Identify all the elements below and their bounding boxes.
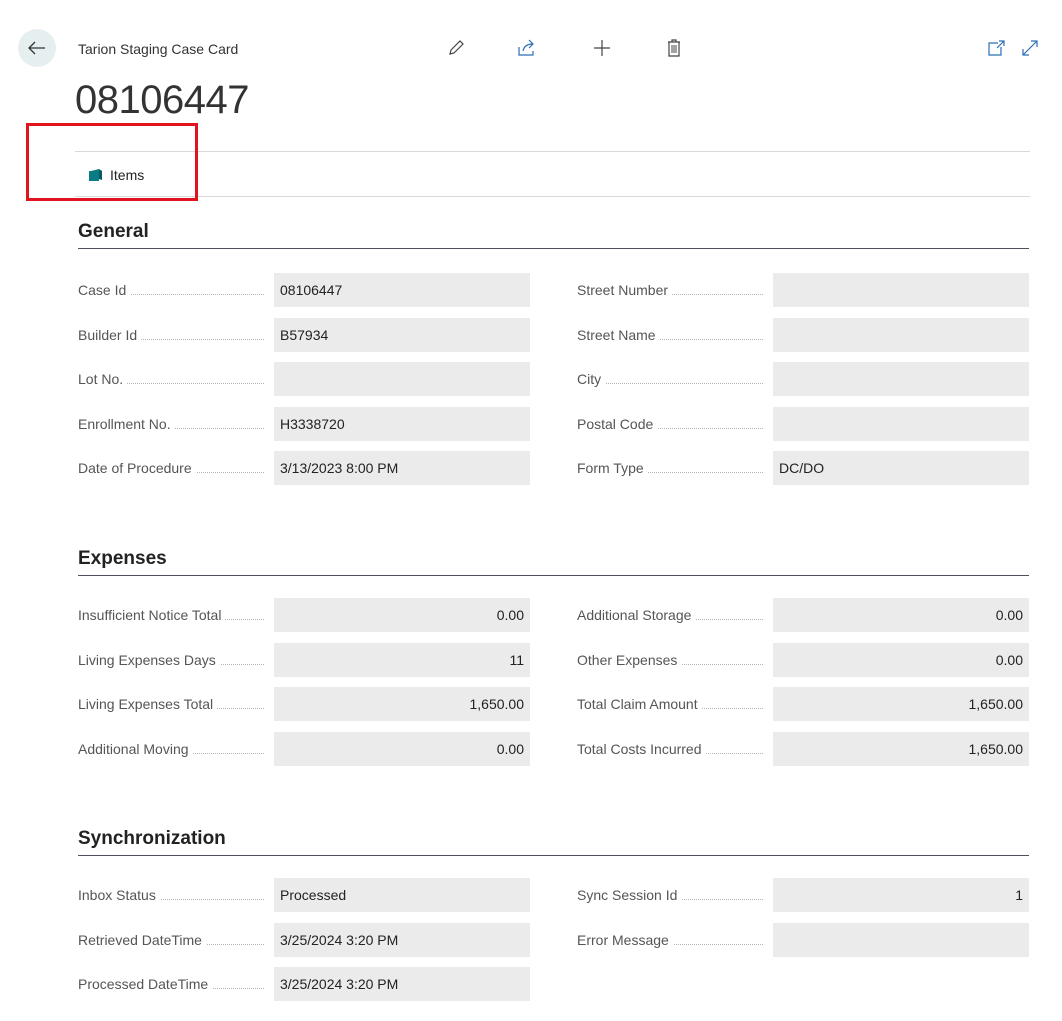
field-label: Enrollment No. (78, 407, 270, 441)
field-label: Retrieved DateTime (78, 923, 270, 957)
field-street-name: Street Name (577, 318, 1029, 352)
expand-button[interactable] (1018, 36, 1042, 60)
field-value[interactable]: 11 (274, 643, 530, 677)
section-title-general: General (78, 221, 149, 242)
arrow-left-icon (28, 41, 45, 55)
field-form-type: Form Type DC/DO (577, 451, 1029, 485)
field-label: Total Claim Amount (577, 687, 769, 721)
field-label: Additional Storage (577, 598, 769, 632)
field-other-expenses: Other Expenses 0.00 (577, 643, 1029, 677)
edit-button[interactable] (444, 36, 468, 60)
field-label: Insufficient Notice Total (78, 598, 270, 632)
field-label: Inbox Status (78, 878, 270, 912)
back-button[interactable] (18, 29, 56, 67)
field-label: Error Message (577, 923, 769, 957)
field-value[interactable]: 0.00 (274, 598, 530, 632)
breadcrumb: Tarion Staging Case Card (78, 41, 239, 57)
section-title-synchronization: Synchronization (78, 828, 226, 849)
field-value[interactable]: H3338720 (274, 407, 530, 441)
field-insufficient-notice-total: Insufficient Notice Total 0.00 (78, 598, 530, 632)
field-living-expenses-days: Living Expenses Days 11 (78, 643, 530, 677)
field-label: Form Type (577, 451, 769, 485)
field-label: Street Number (577, 273, 769, 307)
field-label: Date of Procedure (78, 451, 270, 485)
field-value[interactable]: 1,650.00 (274, 687, 530, 721)
field-living-expenses-total: Living Expenses Total 1,650.00 (78, 687, 530, 721)
new-icon (594, 40, 610, 56)
field-value[interactable]: 3/25/2024 3:20 PM (274, 923, 530, 957)
field-processed-datetime: Processed DateTime 3/25/2024 3:20 PM (78, 967, 530, 1001)
field-label: Lot No. (78, 362, 270, 396)
section-title-expenses: Expenses (78, 548, 167, 569)
field-inbox-status: Inbox Status Processed (78, 878, 530, 912)
delete-icon (668, 39, 680, 57)
page-title: 08106447 (75, 78, 249, 122)
highlight-box (26, 123, 198, 201)
field-label: Postal Code (577, 407, 769, 441)
section-divider (78, 855, 1029, 856)
edit-icon (449, 40, 464, 55)
field-sync-session-id: Sync Session Id 1 (577, 878, 1029, 912)
field-error-message: Error Message (577, 923, 1029, 957)
field-lot-no: Lot No. (78, 362, 530, 396)
field-label: City (577, 362, 769, 396)
field-case-id: Case Id 08106447 (78, 273, 530, 307)
open-new-window-button[interactable] (984, 36, 1008, 60)
share-button[interactable] (514, 36, 538, 60)
section-divider (78, 248, 1029, 249)
field-value[interactable]: 1,650.00 (773, 687, 1029, 721)
field-value[interactable]: 3/25/2024 3:20 PM (274, 967, 530, 1001)
field-label: Living Expenses Total (78, 687, 270, 721)
field-city: City (577, 362, 1029, 396)
field-value[interactable] (274, 362, 530, 396)
field-value[interactable] (773, 407, 1029, 441)
field-value[interactable] (773, 318, 1029, 352)
field-value[interactable] (773, 362, 1029, 396)
divider (75, 151, 1030, 152)
field-label: Additional Moving (78, 732, 270, 766)
field-total-costs-incurred: Total Costs Incurred 1,650.00 (577, 732, 1029, 766)
divider (75, 196, 1030, 197)
field-date-of-procedure: Date of Procedure 3/13/2023 8:00 PM (78, 451, 530, 485)
field-value[interactable]: 1 (773, 878, 1029, 912)
section-divider (78, 575, 1029, 576)
field-additional-moving: Additional Moving 0.00 (78, 732, 530, 766)
field-value[interactable]: Processed (274, 878, 530, 912)
new-button[interactable] (590, 36, 614, 60)
field-label: Sync Session Id (577, 878, 769, 912)
open-new-window-icon (988, 40, 1005, 56)
field-value[interactable]: 3/13/2023 8:00 PM (274, 451, 530, 485)
field-value[interactable]: 0.00 (773, 643, 1029, 677)
field-value[interactable] (773, 923, 1029, 957)
field-value[interactable]: 0.00 (773, 598, 1029, 632)
field-value[interactable]: B57934 (274, 318, 530, 352)
field-value[interactable]: 0.00 (274, 732, 530, 766)
field-builder-id: Builder Id B57934 (78, 318, 530, 352)
delete-button[interactable] (662, 36, 686, 60)
field-total-claim-amount: Total Claim Amount 1,650.00 (577, 687, 1029, 721)
field-label: Living Expenses Days (78, 643, 270, 677)
field-label: Other Expenses (577, 643, 769, 677)
field-label: Street Name (577, 318, 769, 352)
field-street-number: Street Number (577, 273, 1029, 307)
field-postal-code: Postal Code (577, 407, 1029, 441)
field-additional-storage: Additional Storage 0.00 (577, 598, 1029, 632)
field-value[interactable]: 1,650.00 (773, 732, 1029, 766)
field-label: Builder Id (78, 318, 270, 352)
expand-icon (1022, 40, 1038, 56)
field-enrollment-no: Enrollment No. H3338720 (78, 407, 530, 441)
field-value[interactable]: DC/DO (773, 451, 1029, 485)
field-label: Case Id (78, 273, 270, 307)
share-icon (518, 39, 534, 56)
field-retrieved-datetime: Retrieved DateTime 3/25/2024 3:20 PM (78, 923, 530, 957)
field-value[interactable]: 08106447 (274, 273, 530, 307)
field-label: Processed DateTime (78, 967, 270, 1001)
field-label: Total Costs Incurred (577, 732, 769, 766)
field-value[interactable] (773, 273, 1029, 307)
